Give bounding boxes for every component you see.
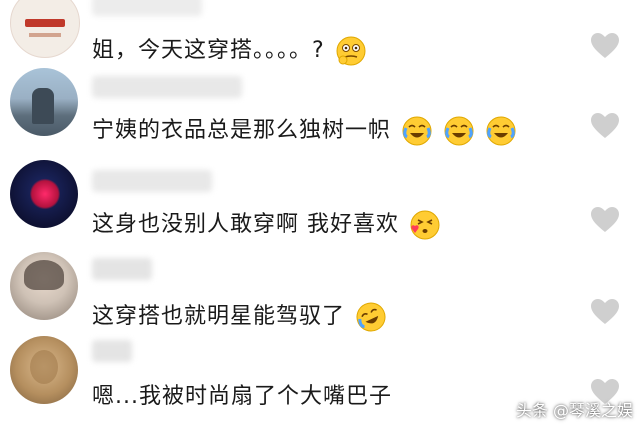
rolling-laughing-face-icon [356,302,386,332]
comment-text: 宁姨的衣品总是那么独树一帜 [92,112,517,147]
avatar[interactable] [10,68,78,136]
comment-text: 姐，今天这穿搭。。。。? [92,32,367,67]
watermark: 头条 @琴溪之娱 [515,401,633,420]
comment-text-content: 这身也没别人敢穿啊 我好喜欢 [92,212,399,237]
avatar[interactable] [10,252,78,320]
avatar[interactable] [10,336,78,404]
heart-icon[interactable] [590,298,620,326]
heart-icon[interactable] [590,112,620,140]
comment-item: 宁姨的衣品总是那么独树一帜 [0,66,641,154]
comment-text-content: 宁姨的衣品总是那么独树一帜 [92,118,392,143]
comment-text: 这穿搭也就明星能驾驭了 [92,298,387,333]
username[interactable] [92,340,132,362]
heart-icon[interactable] [590,32,620,60]
username[interactable] [92,76,242,98]
comment-text: 这身也没别人敢穿啊 我好喜欢 [92,206,441,241]
comment-text-content: 姐，今天这穿搭。。。。? [92,38,325,63]
avatar[interactable] [10,0,80,58]
avatar[interactable] [10,160,78,228]
comment-text-content: 这穿搭也就明星能驾驭了 [92,304,346,329]
comment-item: 这穿搭也就明星能驾驭了 [0,250,641,338]
laughing-crying-face-icon [444,116,474,146]
comment-text: 嗯...我被时尚扇了个大嘴巴子 [92,378,392,410]
thinking-face-icon [336,36,366,66]
laughing-crying-face-icon [402,116,432,146]
username[interactable] [92,0,202,16]
username[interactable] [92,258,152,280]
kissing-face-icon [410,210,440,240]
laughing-crying-face-icon [486,116,516,146]
username[interactable] [92,170,212,192]
heart-icon[interactable] [590,206,620,234]
comment-item: 这身也没别人敢穿啊 我好喜欢 [0,158,641,246]
comment-text-content: 嗯...我被时尚扇了个大嘴巴子 [92,384,392,409]
